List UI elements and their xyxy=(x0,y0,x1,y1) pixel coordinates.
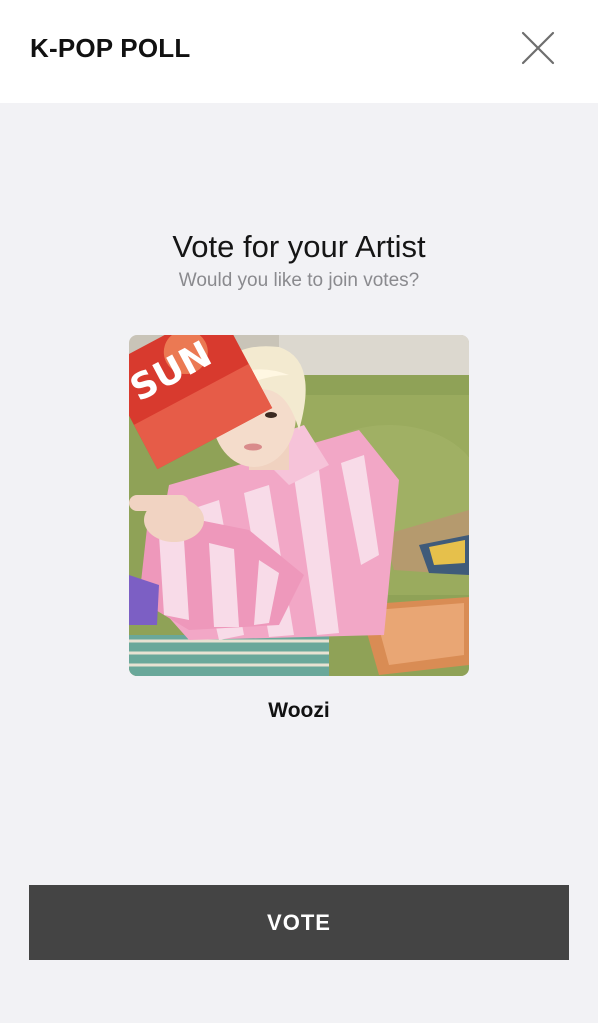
vote-content: Vote for your Artist Would you like to j… xyxy=(0,103,598,1023)
close-icon xyxy=(521,31,555,65)
artist-photo-illustration: SUN xyxy=(129,335,469,676)
page-heading: Vote for your Artist xyxy=(172,229,426,264)
vote-button[interactable]: VOTE xyxy=(29,885,569,960)
page-subheading: Would you like to join votes? xyxy=(178,270,420,291)
artist-photo[interactable]: SUN xyxy=(129,335,469,676)
top-bar: K-POP POLL xyxy=(0,0,598,103)
artist-name: Woozi xyxy=(268,699,330,722)
app-title: K-POP POLL xyxy=(30,33,191,63)
close-button[interactable] xyxy=(514,24,562,72)
